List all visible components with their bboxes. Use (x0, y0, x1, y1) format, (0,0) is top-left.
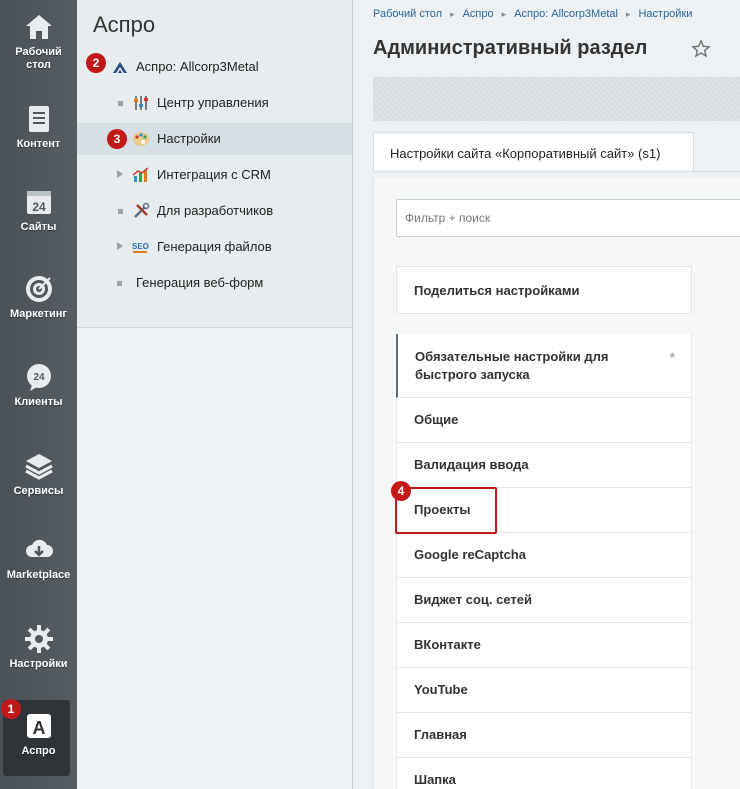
breadcrumb-separator-icon: ▸ (501, 9, 507, 19)
aspro-a-icon: A (24, 711, 54, 741)
menu-item-control-center[interactable]: Центр управления (77, 87, 352, 119)
share-settings-button[interactable]: Поделиться настройками (396, 266, 692, 314)
section-social-widget[interactable]: Виджет соц. сетей (396, 578, 692, 623)
svg-text:A: A (32, 718, 45, 738)
rail-label: Аспро (21, 745, 56, 757)
chart-icon (132, 167, 149, 182)
bullet-icon (118, 101, 123, 106)
required-asterisk-icon: * (669, 349, 675, 365)
main-area: Рабочий стол ▸ Аспро ▸ Аспро: Allcorp3Metal ▸… (353, 0, 740, 789)
menu-item-label: Аспро: Allcorp3Metal (136, 59, 259, 74)
settings-content: Поделиться настройками Обязательные наст… (373, 177, 740, 789)
document-icon (24, 104, 54, 134)
rail-label: Клиенты (14, 396, 63, 408)
rail-label: Рабочий стол (15, 46, 62, 71)
palette-icon (133, 132, 149, 146)
bullet-icon (117, 281, 122, 286)
section-quick-start[interactable]: Обязательные настройки для быстрого запу… (396, 334, 692, 398)
section-header[interactable]: Шапка (396, 758, 692, 789)
rail-item-services[interactable]: Сервисы (0, 451, 77, 498)
rail-label: Сервисы (13, 485, 64, 497)
menu-panel: Аспро 2 Аспро: Allcorp3Metal Центр управ… (77, 0, 352, 328)
tab-divider (373, 171, 740, 172)
layers-icon (24, 451, 54, 481)
filter-search-input[interactable] (396, 199, 740, 237)
rail-item-marketing[interactable]: Маркетинг (0, 274, 77, 321)
breadcrumb-settings[interactable]: Настройки (638, 8, 692, 20)
rail-item-desktop[interactable]: Рабочий стол (0, 12, 77, 72)
menu-item-developers[interactable]: Для разработчиков (77, 195, 352, 227)
menu-item-settings[interactable]: 3 Настройки (77, 123, 352, 155)
section-general[interactable]: Общие (396, 398, 692, 443)
breadcrumb-aspro[interactable]: Аспро (463, 8, 494, 20)
bullet-icon (118, 209, 123, 214)
target-icon (24, 274, 54, 304)
section-youtube[interactable]: YouTube (396, 668, 692, 713)
menu-item-crm-integration[interactable]: Интеграция с CRM (77, 159, 352, 191)
breadcrumb-separator-icon: ▸ (625, 9, 631, 19)
section-vkontakte[interactable]: ВКонтакте (396, 623, 692, 668)
section-google-recaptcha[interactable]: Google reCaptcha (396, 533, 692, 578)
calendar-24-icon: 24 (24, 187, 54, 217)
rail-item-content[interactable]: Контент (0, 104, 77, 151)
svg-text:24: 24 (33, 372, 45, 383)
favorite-star-icon[interactable] (691, 39, 711, 59)
section-label: Обязательные настройки для быстрого запу… (415, 349, 609, 382)
expand-arrow-icon[interactable] (117, 242, 123, 250)
rail-label: Контент (16, 138, 61, 150)
menu-item-label: Генерация веб-форм (136, 275, 264, 290)
annotation-badge-4: 4 (391, 481, 411, 501)
sliders-icon (134, 96, 148, 110)
page-title: Административный раздел (373, 37, 648, 59)
left-rail: Рабочий стол Контент 24 Сайты Маркетинг … (0, 0, 77, 789)
menu-item-file-generation[interactable]: SEO Генерация файлов (77, 231, 352, 263)
annotation-badge-1: 1 (1, 699, 21, 719)
menu-item-label: Интеграция с CRM (157, 167, 271, 182)
tools-icon (134, 202, 150, 218)
expand-arrow-icon[interactable] (117, 170, 123, 178)
menu-title: Аспро (93, 12, 156, 37)
tab-site-settings[interactable]: Настройки сайта «Корпоративный сайт» (s1… (373, 132, 694, 172)
breadcrumb-desktop[interactable]: Рабочий стол (373, 8, 442, 20)
rail-item-sites[interactable]: 24 Сайты (0, 187, 77, 234)
aspro-logo-icon (113, 62, 127, 73)
annotation-badge-2: 2 (86, 53, 106, 73)
section-main-page[interactable]: Главная (396, 713, 692, 758)
menu-item-webform-generation[interactable]: Генерация веб-форм (77, 267, 352, 299)
menu-item-label: Генерация файлов (157, 239, 272, 254)
section-projects[interactable]: Проекты (396, 488, 692, 533)
rail-item-marketplace[interactable]: Marketplace (0, 535, 77, 582)
menu-item-label: Центр управления (157, 95, 269, 110)
rail-label: Сайты (20, 221, 57, 233)
breadcrumb-separator-icon: ▸ (450, 9, 455, 19)
gear-icon (24, 624, 54, 654)
menu-item-label: Для разработчиков (157, 203, 274, 218)
chat-24-icon: 24 (24, 362, 54, 392)
rail-label: Marketplace (6, 569, 71, 581)
secondary-menu: Аспро 2 Аспро: Allcorp3Metal Центр управ… (77, 0, 353, 789)
breadcrumb-aspro-allcorp3metal[interactable]: Аспро: Allcorp3Metal (514, 8, 618, 20)
settings-sections-list: Обязательные настройки для быстрого запу… (396, 334, 692, 789)
cloud-download-icon (24, 535, 54, 565)
rail-label: Маркетинг (10, 308, 67, 320)
seo-icon: SEO (132, 242, 149, 253)
menu-item-aspro-allcorp3metal[interactable]: 2 Аспро: Allcorp3Metal (77, 51, 352, 83)
breadcrumb: Рабочий стол ▸ Аспро ▸ Аспро: Allcorp3Metal ▸… (373, 8, 692, 20)
rail-item-settings[interactable]: Настройки (0, 624, 77, 671)
toolbar-band (373, 77, 740, 121)
rail-item-clients[interactable]: 24 Клиенты (0, 362, 77, 409)
home-icon (24, 12, 54, 42)
rail-label: Настройки (9, 658, 68, 670)
annotation-badge-3: 3 (107, 129, 127, 149)
section-input-validation[interactable]: Валидация ввода (396, 443, 692, 488)
svg-text:24: 24 (32, 200, 46, 214)
svg-text:SEO: SEO (132, 242, 149, 251)
menu-item-label: Настройки (157, 131, 221, 146)
